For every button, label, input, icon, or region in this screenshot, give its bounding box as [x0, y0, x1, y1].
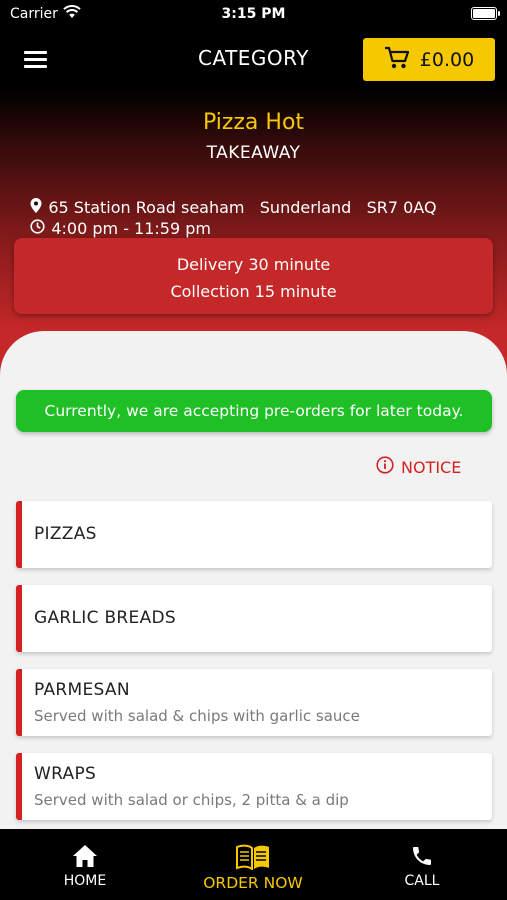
- status-bar: Carrier 3:15 PM: [0, 0, 507, 28]
- delivery-times-box: Delivery 30 minute Collection 15 minute: [14, 238, 493, 314]
- home-icon: [72, 844, 98, 872]
- cart-button[interactable]: £0.00: [363, 38, 495, 81]
- tab-order-now-label: ORDER NOW: [203, 874, 303, 892]
- category-item-parmesan[interactable]: PARMESAN Served with salad & chips with …: [16, 669, 492, 736]
- category-item-garlic-breads[interactable]: GARLIC BREADS: [16, 585, 492, 652]
- tab-home-label: HOME: [63, 873, 107, 889]
- phone-icon: [410, 844, 434, 872]
- cart-total: £0.00: [419, 48, 475, 71]
- battery-icon: [471, 7, 500, 20]
- bottom-tab-bar: HOME ORDER NOW CALL: [0, 829, 507, 900]
- tab-call[interactable]: CALL: [372, 829, 472, 900]
- notice-label: NOTICE: [401, 457, 462, 477]
- collection-time: Collection 15 minute: [170, 282, 337, 301]
- menu-book-icon: [235, 844, 271, 874]
- category-item-wraps[interactable]: WRAPS Served with salad or chips, 2 pitt…: [16, 753, 492, 820]
- tab-call-label: CALL: [404, 873, 440, 889]
- category-subtitle: Served with salad or chips, 2 pitta & a …: [34, 791, 349, 809]
- category-subtitle: Served with salad & chips with garlic sa…: [34, 707, 360, 725]
- notice-link[interactable]: NOTICE: [376, 456, 461, 478]
- store-type: TAKEAWAY: [206, 143, 301, 163]
- category-title: WRAPS: [34, 764, 97, 784]
- category-item-pizzas[interactable]: PIZZAS: [16, 501, 492, 568]
- cart-icon: [384, 46, 410, 74]
- delivery-time: Delivery 30 minute: [176, 255, 331, 274]
- tab-home[interactable]: HOME: [35, 829, 135, 900]
- category-title: GARLIC BREADS: [34, 608, 176, 628]
- status-time: 3:15 PM: [221, 6, 286, 22]
- hours-text: 4:00 pm - 11:59 pm: [51, 219, 211, 238]
- tab-order-now[interactable]: ORDER NOW: [183, 829, 323, 900]
- category-title: PARMESAN: [34, 680, 130, 700]
- info-icon: [376, 456, 394, 478]
- store-name: Pizza Hot: [202, 110, 305, 135]
- category-title: PIZZAS: [34, 524, 97, 544]
- preorder-banner: Currently, we are accepting pre-orders f…: [16, 390, 492, 432]
